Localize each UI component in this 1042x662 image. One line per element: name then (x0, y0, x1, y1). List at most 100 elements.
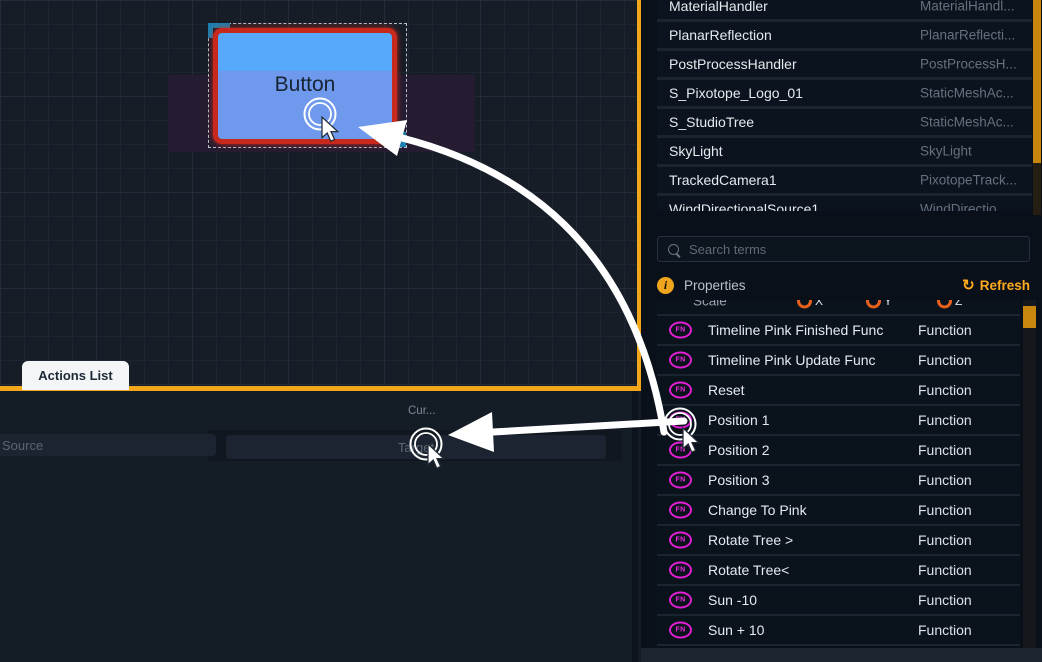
property-row-sun-minus-10[interactable]: FN Sun -10 Function (657, 586, 1020, 616)
object-type: MaterialHandl... (920, 0, 1015, 14)
properties-scrollbar-track[interactable] (1023, 300, 1036, 648)
object-type: StaticMeshAc... (920, 115, 1014, 130)
property-row-rotate-tree-left[interactable]: FN Rotate Tree< Function (657, 556, 1020, 586)
fn-icon[interactable]: FN (669, 502, 692, 519)
object-name: S_Pixotope_Logo_01 (669, 85, 803, 101)
properties-panel-footer (641, 648, 1042, 662)
property-type: Function (918, 472, 972, 488)
property-label: Rotate Tree< (708, 562, 789, 578)
object-name: SkyLight (669, 143, 723, 159)
property-type: Function (918, 382, 972, 398)
refresh-icon: ↻ (962, 278, 975, 293)
target-input[interactable] (226, 435, 606, 459)
object-type: SkyLight (920, 144, 972, 159)
search-box (657, 236, 1030, 262)
property-row-change-to-pink[interactable]: FN Change To Pink Function (657, 496, 1020, 526)
fn-icon[interactable]: FN (669, 592, 692, 609)
property-type: Function (918, 352, 972, 368)
property-label: Sun + 10 (708, 622, 764, 638)
fn-icon[interactable]: FN (669, 382, 692, 399)
axis-z-icon (937, 300, 952, 309)
object-name: PostProcessHandler (669, 56, 797, 72)
object-row-trackedcamera[interactable]: TrackedCamera1 PixotopeTrack... (657, 167, 1032, 196)
object-name: PlanarReflection (669, 27, 772, 43)
scene-object-list: MaterialHandler MaterialHandl... PlanarR… (657, 0, 1032, 211)
property-label: Rotate Tree > (708, 532, 793, 548)
object-row-planarreflection[interactable]: PlanarReflection PlanarReflecti... (657, 22, 1032, 51)
fn-icon[interactable]: FN (669, 622, 692, 639)
property-type: Function (918, 622, 972, 638)
property-label: Position 3 (708, 472, 769, 488)
actions-panel-scrollbar[interactable] (632, 391, 638, 662)
axis-z-label: Z (955, 300, 962, 308)
fn-icon[interactable]: FN (669, 352, 692, 369)
current-column-label: Cur... (408, 405, 435, 417)
property-row-position-2[interactable]: FN Position 2 Function (657, 436, 1020, 466)
property-label: Reset (708, 382, 745, 398)
object-name: TrackedCamera1 (669, 172, 777, 188)
property-row-position-3[interactable]: FN Position 3 Function (657, 466, 1020, 496)
property-type: Function (918, 592, 972, 608)
property-row-reset[interactable]: FN Reset Function (657, 376, 1020, 406)
fn-icon[interactable]: FN (669, 562, 692, 579)
app-window: Button Actions List Cur... MaterialHandl… (0, 0, 1042, 662)
scene-button-widget[interactable]: Button (213, 28, 397, 144)
property-row-timeline-pink-update[interactable]: FN Timeline Pink Update Func Function (657, 346, 1020, 376)
object-type: WindDirectio... (920, 202, 1008, 212)
refresh-button[interactable]: ↻ Refresh (962, 278, 1030, 293)
property-type: Function (918, 412, 972, 428)
object-list-scrollbar-thumb[interactable] (1033, 0, 1041, 163)
property-type: Function (918, 502, 972, 518)
properties-title: Properties (684, 278, 746, 293)
axis-x-label: X (815, 300, 823, 308)
property-row-scale-clipped[interactable]: Scale X Y Z (657, 300, 1020, 316)
object-type: PostProcessH... (920, 57, 1017, 72)
scene-button-top-half (218, 33, 392, 71)
fn-icon[interactable]: FN (669, 442, 692, 459)
axis-y-label: Y (884, 300, 892, 308)
search-icon (668, 244, 679, 255)
properties-header: i Properties ↻ Refresh (657, 272, 1030, 298)
refresh-label: Refresh (980, 278, 1030, 293)
tab-actions-list[interactable]: Actions List (22, 361, 129, 390)
property-row-rotate-tree-right[interactable]: FN Rotate Tree > Function (657, 526, 1020, 556)
property-label: Position 2 (708, 442, 769, 458)
object-name: MaterialHandler (669, 0, 768, 14)
fn-icon[interactable]: FN (669, 412, 692, 429)
object-name: WindDirectionalSource1 (669, 201, 819, 211)
property-label: Timeline Pink Update Func (708, 352, 876, 368)
object-type: PixotopeTrack... (920, 173, 1017, 188)
object-row-materialhandler[interactable]: MaterialHandler MaterialHandl... (657, 0, 1032, 22)
property-label: Change To Pink (708, 502, 807, 518)
property-type: Function (918, 562, 972, 578)
fn-icon[interactable]: FN (669, 472, 692, 489)
axis-x-icon (797, 300, 812, 309)
property-label: Position 1 (708, 412, 769, 428)
scene-button-label: Button (218, 73, 392, 97)
property-label: Sun -10 (708, 592, 757, 608)
object-row-studiotree[interactable]: S_StudioTree StaticMeshAc... (657, 109, 1032, 138)
property-row-timeline-pink-finished[interactable]: FN Timeline Pink Finished Func Function (657, 316, 1020, 346)
object-row-winddirectionalsource[interactable]: WindDirectionalSource1 WindDirectio... (657, 196, 1032, 211)
scale-label: Scale (693, 300, 727, 309)
object-row-skylight[interactable]: SkyLight SkyLight (657, 138, 1032, 167)
property-type: Function (918, 322, 972, 338)
source-input[interactable] (0, 434, 216, 456)
actions-list-tab-label: Actions List (38, 368, 112, 383)
fn-icon[interactable]: FN (669, 532, 692, 549)
object-row-postprocesshandler[interactable]: PostProcessHandler PostProcessH... (657, 51, 1032, 80)
object-type: PlanarReflecti... (920, 28, 1015, 43)
search-input[interactable] (687, 241, 1029, 258)
viewport-canvas[interactable]: Button (0, 0, 637, 386)
properties-scrollbar-thumb[interactable] (1023, 306, 1036, 328)
property-type: Function (918, 442, 972, 458)
info-icon: i (657, 277, 674, 294)
property-type: Function (918, 532, 972, 548)
fn-icon[interactable]: FN (669, 322, 692, 339)
property-label: Timeline Pink Finished Func (708, 322, 883, 338)
property-row-sun-plus-10[interactable]: FN Sun + 10 Function (657, 616, 1020, 646)
object-type: StaticMeshAc... (920, 86, 1014, 101)
object-name: S_StudioTree (669, 114, 754, 130)
property-row-position-1[interactable]: FN Position 1 Function (657, 406, 1020, 436)
object-row-pixotope-logo[interactable]: S_Pixotope_Logo_01 StaticMeshAc... (657, 80, 1032, 109)
